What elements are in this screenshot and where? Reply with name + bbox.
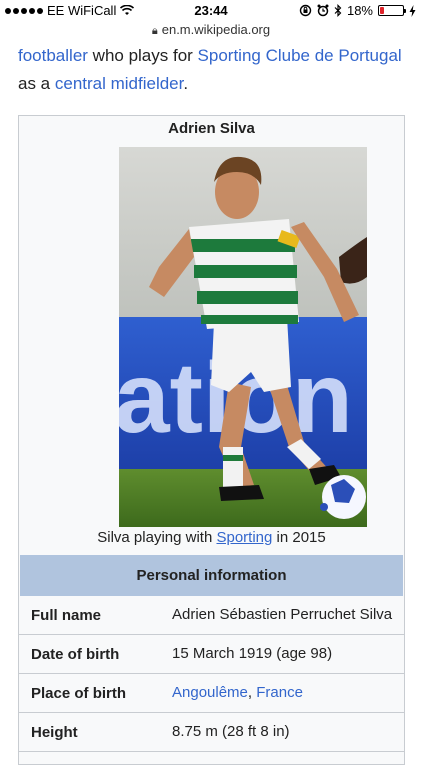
- battery-percent: 18%: [346, 3, 373, 18]
- footballer-link[interactable]: footballer: [18, 46, 88, 65]
- table-row-date-of-birth: Date of birth 15 March 1919 (age 98): [19, 635, 404, 674]
- lead-text: .: [183, 74, 189, 93]
- url-bar[interactable]: 🔒︎ en.m.wikipedia.org: [0, 22, 422, 40]
- sporting-link[interactable]: Sporting: [216, 529, 272, 546]
- table-row-full-name: Full name Adrien Sébastien Perruchet Sil…: [19, 596, 404, 635]
- battery-fill: [380, 7, 384, 14]
- photo-caption: Silva playing with Sporting in 2015: [19, 529, 404, 546]
- lock-icon: 🔒︎: [151, 25, 158, 37]
- sporting-cp-link[interactable]: Sporting Clube de Portugal: [198, 46, 402, 65]
- angouleme-link[interactable]: Angoulême: [172, 684, 248, 701]
- row-value: 8.75 m (28 ft 8 in): [172, 723, 290, 740]
- url-text: en.m.wikipedia.org: [161, 22, 271, 37]
- france-link[interactable]: France: [256, 684, 303, 701]
- row-label: Height: [31, 724, 78, 741]
- caption-text: Silva playing with: [97, 529, 217, 546]
- row-label: Date of birth: [31, 646, 120, 663]
- value-separator: ,: [247, 684, 257, 701]
- status-right: 18%: [299, 3, 416, 18]
- bluetooth-icon: [334, 4, 342, 17]
- alarm-icon: [317, 4, 329, 17]
- personal-information-header: Personal information: [20, 555, 403, 596]
- row-value: 15 March 1919 (age 98): [172, 645, 333, 662]
- row-label: Place of birth: [31, 685, 127, 702]
- row-value: Adrien Sébastien Perruchet Silva: [172, 606, 393, 623]
- infobox-title: Adrien Silva: [168, 120, 255, 137]
- lead-text: who plays for: [87, 46, 198, 65]
- rotation-lock-icon: [299, 4, 312, 17]
- status-bar: EE WiFiCall 23:44 18%: [0, 0, 422, 22]
- infobox-rows: Full name Adrien Sébastien Perruchet Sil…: [19, 596, 404, 752]
- table-row-place-of-birth: Place of birth Angoulême, France: [19, 674, 404, 713]
- table-row-height: Height 8.75 m (28 ft 8 in): [19, 713, 404, 752]
- row-value: Angoulême, France: [172, 684, 303, 701]
- player-photo[interactable]: ation: [119, 147, 367, 527]
- infobox: Adrien Silva ation: [18, 115, 405, 765]
- row-label: Full name: [31, 607, 102, 624]
- caption-text: in 2015: [272, 529, 326, 546]
- charging-icon: [409, 4, 416, 17]
- lead-text: as a: [18, 74, 55, 93]
- battery-icon: [378, 5, 406, 16]
- player-photo-image: ation: [119, 147, 367, 527]
- central-midfielder-link[interactable]: central midfielder: [55, 74, 184, 93]
- article-lead-paragraph: footballer who plays for Sporting Clube …: [18, 42, 413, 98]
